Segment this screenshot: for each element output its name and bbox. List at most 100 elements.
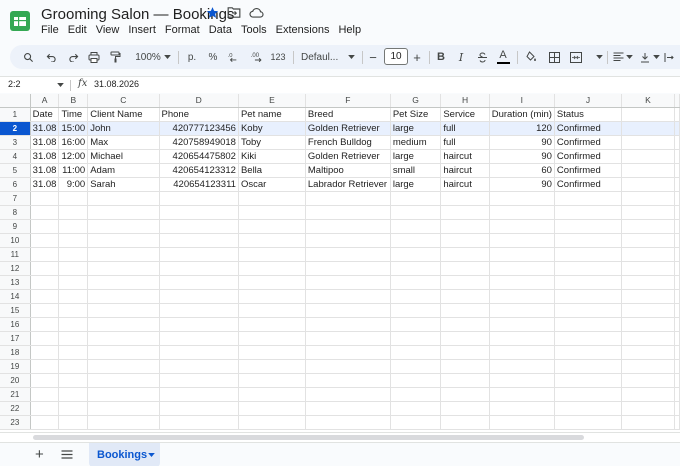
font-select[interactable]: Defaul... [301,45,347,69]
cell[interactable]: 420654475802 [159,149,239,165]
cell[interactable] [554,233,623,249]
cell[interactable] [159,415,239,431]
cell[interactable] [159,303,239,319]
horizontal-scrollbar[interactable] [0,432,680,442]
cell[interactable] [621,401,675,417]
column-header-a[interactable]: A [30,94,60,109]
cell[interactable] [58,359,89,375]
scrollbar-thumb[interactable] [33,435,584,440]
cell[interactable]: Phone [159,107,239,123]
cell[interactable] [238,233,306,249]
cell[interactable] [30,401,60,417]
cell[interactable] [440,303,490,319]
cell[interactable]: 31.08 [30,149,60,165]
cell[interactable]: Pet name [238,107,306,123]
vertical-align-dropdown[interactable] [651,45,661,69]
cell[interactable] [30,303,60,319]
cell[interactable] [554,373,623,389]
cell[interactable]: 420654123312 [159,163,239,179]
cell[interactable]: 31.08 [30,121,60,137]
move-folder-icon[interactable] [227,6,241,19]
cell[interactable] [554,289,623,305]
cell[interactable]: Confirmed [554,121,623,137]
cell[interactable]: Service [440,107,490,123]
cell[interactable] [305,387,391,403]
cell[interactable] [390,261,442,277]
cell[interactable] [674,359,680,375]
add-sheet-button[interactable]: + [35,446,44,463]
cell[interactable] [159,345,239,361]
cell[interactable] [159,373,239,389]
redo-button[interactable] [65,45,81,69]
cell[interactable] [621,247,675,263]
cell[interactable] [489,233,555,249]
cell[interactable] [390,247,442,263]
cell[interactable] [238,247,306,263]
cell[interactable] [238,303,306,319]
cell[interactable] [305,415,391,431]
cell[interactable]: 16:00 [58,135,89,151]
cell[interactable] [674,345,680,361]
cell[interactable] [674,163,680,179]
currency-format-button[interactable]: р. [185,45,199,69]
cell[interactable] [674,107,680,123]
cell[interactable] [87,387,160,403]
cell[interactable]: Maltipoo [305,163,391,179]
undo-button[interactable] [43,45,59,69]
cell[interactable] [440,331,490,347]
cell[interactable]: Kiki [238,149,306,165]
cell[interactable] [87,289,160,305]
cell[interactable]: 60 [489,163,555,179]
cell[interactable]: 420777123456 [159,121,239,137]
column-header-c[interactable]: C [87,94,160,109]
cell[interactable] [238,331,306,347]
cell[interactable] [30,387,60,403]
cell[interactable] [305,401,391,417]
cell[interactable] [489,317,555,333]
cell[interactable]: Koby [238,121,306,137]
cell[interactable] [58,303,89,319]
cell[interactable] [554,345,623,361]
cell[interactable]: medium [390,135,442,151]
cell[interactable] [440,247,490,263]
row-header[interactable]: 14 [0,289,31,305]
cell[interactable] [159,401,239,417]
menu-file[interactable]: File [41,24,59,36]
row-header[interactable]: 10 [0,233,31,249]
cell[interactable] [440,317,490,333]
menu-view[interactable]: View [96,24,120,36]
cell[interactable] [58,233,89,249]
cell[interactable] [554,219,623,235]
cell[interactable] [674,233,680,249]
cell[interactable] [87,219,160,235]
cell[interactable] [159,331,239,347]
cell[interactable] [87,331,160,347]
print-button[interactable] [86,45,102,69]
cell[interactable] [238,275,306,291]
cell[interactable]: 31.08 [30,135,60,151]
cell[interactable] [621,331,675,347]
cell[interactable] [674,219,680,235]
cell[interactable] [305,331,391,347]
row-header[interactable]: 21 [0,387,31,403]
merge-dropdown[interactable] [594,45,604,69]
cell[interactable]: large [390,149,442,165]
row-header[interactable]: 19 [0,359,31,375]
cell[interactable] [621,275,675,291]
cell[interactable] [305,345,391,361]
cell[interactable] [390,331,442,347]
cell[interactable] [390,191,442,207]
cell[interactable] [159,219,239,235]
cell[interactable]: Confirmed [554,135,623,151]
cell[interactable]: 11:00 [58,163,89,179]
cell[interactable] [489,415,555,431]
cell[interactable] [58,261,89,277]
cell[interactable] [489,247,555,263]
cell[interactable] [305,317,391,333]
cell[interactable]: haircut [440,149,490,165]
cell[interactable] [674,191,680,207]
merge-cells-button[interactable] [568,45,584,69]
cell[interactable] [674,135,680,151]
row-header[interactable]: 2 [0,121,31,137]
cell[interactable] [58,387,89,403]
